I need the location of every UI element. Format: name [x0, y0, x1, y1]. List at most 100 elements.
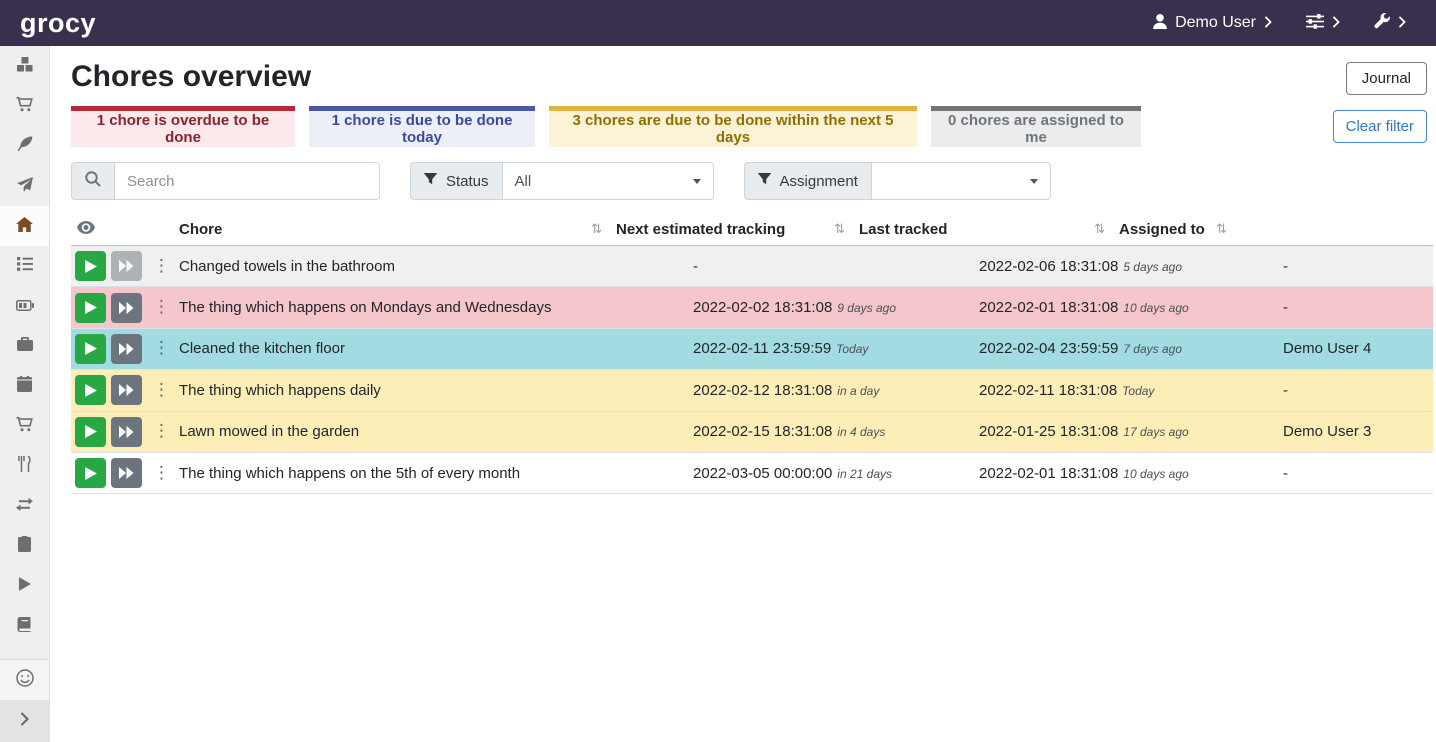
- status-box-due-soon-label: 3 chores are due to be done within the n…: [557, 112, 909, 146]
- sidebar-item-tasks[interactable]: [0, 246, 49, 286]
- sidebar-item-equipment[interactable]: [0, 326, 49, 366]
- status-filter-group: Status All: [410, 162, 714, 200]
- sidebar-item-chores-overview[interactable]: [0, 206, 49, 246]
- sidebar-item-shopping-list[interactable]: [0, 86, 49, 126]
- clear-filter-button[interactable]: Clear filter: [1333, 110, 1427, 143]
- battery-icon: [16, 298, 34, 315]
- last-tracked-relative: 17 days ago: [1123, 425, 1188, 439]
- column-header-last-tracked[interactable]: Last tracked ⇅: [859, 221, 1119, 238]
- chore-name: The thing which happens on the 5th of ev…: [179, 465, 693, 482]
- last-tracked-relative: 10 days ago: [1123, 301, 1188, 315]
- row-menu-button[interactable]: ⋮: [149, 299, 174, 316]
- status-boxes-row: 1 chore is overdue to be done 1 chore is…: [71, 106, 1433, 147]
- search-group: [71, 162, 380, 200]
- next-tracking-relative: in 4 days: [837, 425, 885, 439]
- last-tracked-relative: 10 days ago: [1123, 467, 1188, 481]
- sidebar-item-consume[interactable]: [0, 446, 49, 486]
- table-row: ⋮ Changed towels in the bathroom - 2022-…: [71, 246, 1433, 287]
- sidebar-item-battery-tracking[interactable]: [0, 606, 49, 646]
- chore-name: The thing which happens daily: [179, 382, 693, 399]
- last-tracked-date: 2022-02-11 18:31:08: [979, 382, 1117, 399]
- sidebar-item-feedback[interactable]: [0, 660, 49, 700]
- row-menu-button[interactable]: ⋮: [149, 465, 174, 482]
- column-header-chore[interactable]: Chore ⇅: [179, 221, 616, 238]
- column-header-next-tracking[interactable]: Next estimated tracking ⇅: [616, 221, 859, 238]
- sidebar-item-transfer[interactable]: [0, 486, 49, 526]
- sidebar-item-recipes[interactable]: [0, 126, 49, 166]
- next-tracking-date: 2022-02-12 18:31:08: [693, 382, 832, 399]
- skip-chore-button[interactable]: [111, 417, 142, 447]
- status-box-due-soon[interactable]: 3 chores are due to be done within the n…: [549, 106, 917, 147]
- paper-plane-icon: [17, 177, 33, 196]
- assignment-select[interactable]: [871, 162, 1051, 200]
- track-chore-execution-button[interactable]: [75, 458, 106, 488]
- assigned-to: -: [1283, 299, 1433, 316]
- chevron-right-icon: [1264, 15, 1272, 32]
- skip-chore-button[interactable]: [111, 375, 142, 405]
- next-tracking-date: 2022-02-02 18:31:08: [693, 299, 832, 316]
- status-filter-label-box: Status: [410, 162, 502, 200]
- sidebar-item-stock-overview[interactable]: [0, 46, 49, 86]
- next-tracking-relative: in 21 days: [837, 467, 892, 481]
- skip-chore-button[interactable]: [111, 293, 142, 323]
- status-select[interactable]: All: [502, 162, 714, 200]
- status-box-due-today[interactable]: 1 chore is due to be done today: [309, 106, 535, 147]
- search-input[interactable]: [114, 162, 380, 200]
- row-menu-button[interactable]: ⋮: [149, 382, 174, 399]
- skip-chore-button[interactable]: [111, 458, 142, 488]
- sidebar: [0, 46, 50, 742]
- next-tracking-date: 2022-02-11 23:59:59: [693, 340, 831, 357]
- track-chore-execution-button[interactable]: [75, 334, 106, 364]
- transfer-arrows-icon: [16, 498, 33, 515]
- status-box-overdue-label: 1 chore is overdue to be done: [79, 112, 287, 146]
- assigned-to: -: [1283, 258, 1433, 275]
- sidebar-item-purchase[interactable]: [0, 406, 49, 446]
- track-chore-execution-button[interactable]: [75, 293, 106, 323]
- journal-button[interactable]: Journal: [1346, 62, 1427, 95]
- book-icon: [17, 617, 32, 636]
- table-row: ⋮ The thing which happens on the 5th of …: [71, 453, 1433, 494]
- assigned-to: Demo User 4: [1283, 340, 1433, 357]
- status-box-overdue[interactable]: 1 chore is overdue to be done: [71, 106, 295, 147]
- main-content: Chores overview Journal 1 chore is overd…: [50, 46, 1436, 742]
- expand-sidebar-button[interactable]: [0, 700, 49, 742]
- person-icon: [1153, 14, 1167, 33]
- sidebar-item-batteries-overview[interactable]: [0, 286, 49, 326]
- next-tracking-relative: 9 days ago: [837, 301, 896, 315]
- grocy-logo[interactable]: grocy: [20, 8, 96, 39]
- status-box-due-today-label: 1 chore is due to be done today: [317, 112, 527, 146]
- assigned-to: Demo User 3: [1283, 423, 1433, 440]
- admin-menu[interactable]: [1374, 13, 1406, 33]
- row-menu-button[interactable]: ⋮: [149, 258, 174, 275]
- skip-chore-button: [111, 251, 142, 281]
- sliders-icon: [1306, 14, 1324, 33]
- last-tracked-date: 2022-02-01 18:31:08: [979, 465, 1118, 482]
- column-header-assigned-to[interactable]: Assigned to ⇅: [1119, 221, 1241, 238]
- sidebar-item-chore-tracking[interactable]: [0, 566, 49, 606]
- row-menu-button[interactable]: ⋮: [149, 423, 174, 440]
- next-tracking-date: 2022-03-05 00:00:00: [693, 465, 832, 482]
- wrench-icon: [1374, 13, 1390, 33]
- chore-name: The thing which happens on Mondays and W…: [179, 299, 693, 316]
- track-chore-execution-button[interactable]: [75, 417, 106, 447]
- user-menu[interactable]: Demo User: [1153, 14, 1272, 33]
- manage-data-menu[interactable]: [1306, 14, 1340, 33]
- clipboard-list-icon: [18, 536, 31, 556]
- track-chore-execution-button[interactable]: [75, 375, 106, 405]
- assignment-filter-group: Assignment: [744, 162, 1051, 200]
- column-visibility-toggle[interactable]: [71, 221, 179, 238]
- assignment-filter-label-box: Assignment: [744, 162, 871, 200]
- skip-chore-button[interactable]: [111, 334, 142, 364]
- status-box-assigned-to-me[interactable]: 0 chores are assigned to me: [931, 106, 1141, 147]
- row-menu-button[interactable]: ⋮: [149, 340, 174, 357]
- eye-icon: [77, 221, 95, 238]
- sidebar-item-calendar[interactable]: [0, 366, 49, 406]
- chore-name: Cleaned the kitchen floor: [179, 340, 693, 357]
- assigned-to: -: [1283, 382, 1433, 399]
- sidebar-item-inventory[interactable]: [0, 526, 49, 566]
- assignment-filter-label: Assignment: [780, 173, 858, 190]
- sidebar-item-meal-plan[interactable]: [0, 166, 49, 206]
- track-chore-execution-button[interactable]: [75, 251, 106, 281]
- chevron-right-icon: [1398, 15, 1406, 32]
- recipes-icon: [17, 136, 33, 156]
